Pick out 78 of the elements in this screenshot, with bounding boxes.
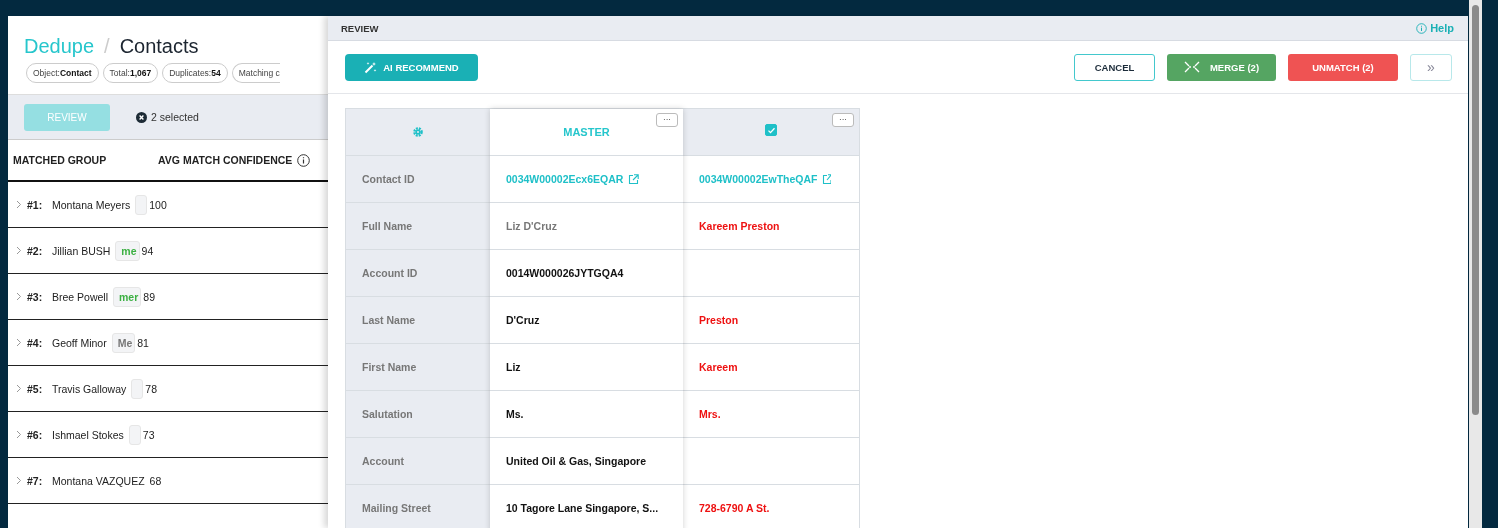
group-number: #7: — [27, 474, 44, 487]
help-link[interactable]: Help — [1416, 22, 1454, 34]
column-header: MASTER — [563, 126, 610, 138]
group-name: Montana Meyers — [52, 198, 131, 211]
group-name: Jillian BUSH — [52, 244, 111, 257]
chevron-right-icon[interactable] — [16, 430, 22, 439]
magic-wand-icon — [364, 60, 378, 74]
field-value: Liz D'Cruz — [506, 220, 557, 232]
status-tag: mer — [113, 286, 142, 307]
checkbox[interactable] — [765, 124, 777, 136]
group-name: Geoff Minor — [52, 336, 107, 349]
external-link-icon[interactable] — [628, 173, 640, 185]
group-number: #6: — [27, 428, 44, 441]
status-tag: Me — [111, 332, 136, 353]
group-number: #4: — [27, 336, 44, 349]
group-name: Montana VAZQUEZ — [52, 474, 145, 487]
chevron-right-icon[interactable] — [16, 384, 22, 393]
column-header: MATCHED GROUP — [13, 154, 108, 166]
page-title: Contacts — [119, 35, 199, 58]
field-value: 0014W000026JYTGQA4 — [506, 267, 624, 279]
selection-count: 2 selected — [151, 111, 199, 123]
group-number: #2: — [27, 244, 44, 257]
field-label: Full Name — [362, 220, 413, 232]
chevron-right-icon[interactable] — [16, 476, 22, 485]
field-value: United Oil & Gas, Singapore — [506, 455, 647, 467]
confidence-score: 73 — [142, 428, 155, 441]
chevron-right-icon[interactable] — [16, 246, 22, 255]
chevron-right-icon[interactable] — [16, 200, 22, 209]
field-label: First Name — [362, 361, 417, 373]
ai-recommend-button[interactable]: AI RECOMMEND — [345, 53, 478, 81]
group-number: #1: — [27, 198, 44, 211]
cancel-button[interactable]: CANCEL — [1074, 53, 1155, 81]
field-value[interactable]: 0034W00002EwTheQAF — [699, 173, 818, 185]
more-button[interactable]: ··· — [832, 113, 854, 127]
expand-button[interactable]: » — [1410, 53, 1452, 81]
breadcrumb-separator: / — [104, 35, 110, 58]
field-value: Preston — [699, 314, 739, 326]
field-label: Salutation — [362, 408, 413, 420]
group-number: #5: — [27, 382, 44, 395]
confidence-score: 89 — [143, 290, 155, 303]
merge-arrows-icon — [1183, 61, 1200, 73]
confidence-score: 100 — [149, 198, 167, 211]
field-value: D'Cruz — [506, 314, 540, 326]
field-value: 728-6790 A St. — [699, 502, 770, 514]
more-button[interactable]: ··· — [656, 113, 678, 127]
confidence-score: 68 — [149, 474, 162, 487]
chevron-right-icon[interactable] — [16, 292, 22, 301]
clear-icon[interactable] — [136, 111, 147, 123]
confidence-score: 78 — [145, 382, 157, 395]
scrollbar[interactable] — [1469, 0, 1482, 528]
confidence-score: 94 — [141, 244, 154, 257]
external-link-icon[interactable] — [822, 173, 832, 185]
field-value[interactable]: 0034W00002Ecx6EQAR — [506, 173, 624, 185]
field-label: Account ID — [362, 267, 418, 279]
drawer-title: REVIEW — [341, 22, 379, 34]
field-value: Kareem — [699, 361, 738, 373]
field-value: Mrs. — [699, 408, 721, 420]
group-number: #3: — [27, 290, 44, 303]
field-label: Account — [362, 455, 404, 467]
field-label: Mailing Street — [362, 502, 431, 514]
group-name: Travis Galloway — [52, 382, 127, 395]
settings-icon[interactable] — [412, 126, 424, 138]
field-value: 10 Tagore Lane Singapore, S... — [506, 502, 659, 514]
breadcrumb-link[interactable]: Dedupe — [24, 35, 95, 58]
confidence-score: 81 — [137, 336, 149, 349]
field-value: Liz — [506, 361, 521, 373]
info-icon[interactable] — [297, 153, 311, 167]
field-label: Contact ID — [362, 173, 415, 185]
unmatch-button[interactable]: UNMATCH (2) — [1288, 53, 1398, 81]
status-tag: me — [115, 240, 140, 261]
field-value: Ms. — [506, 408, 524, 420]
field-label: Last Name — [362, 314, 416, 326]
field-value: Kareem Preston — [699, 220, 780, 232]
group-name: Ishmael Stokes — [52, 428, 124, 441]
column-header: AVG MATCH CONFIDENCE — [158, 154, 293, 166]
chevron-right-icon[interactable] — [16, 338, 22, 347]
group-name: Bree Powell — [52, 290, 109, 303]
merge-button[interactable]: MERGE (2) — [1167, 53, 1276, 81]
